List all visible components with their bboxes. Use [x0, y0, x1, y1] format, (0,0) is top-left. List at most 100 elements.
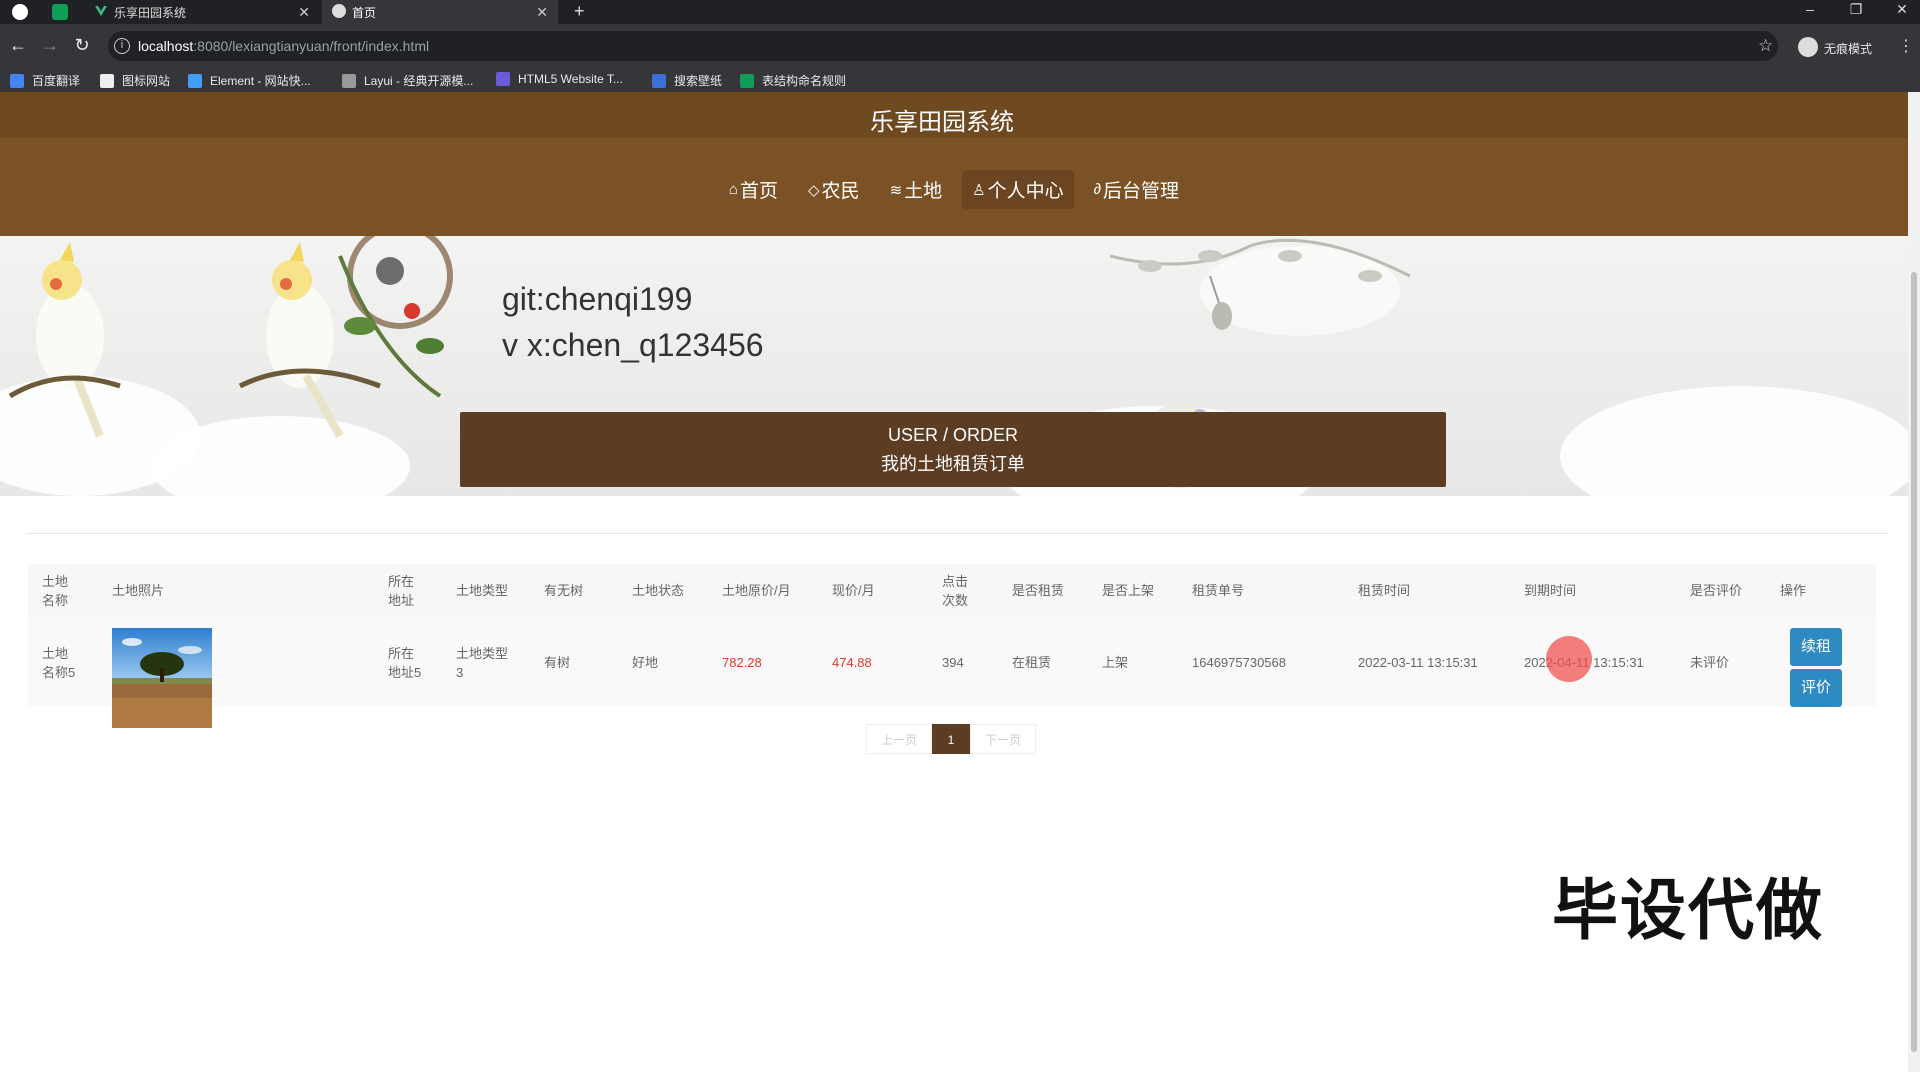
- bookmark-item[interactable]: 表结构命名规则: [740, 72, 846, 89]
- cell-has-tree: 有树: [544, 655, 571, 670]
- browser-tabbar: 乐享田园系统 ✕ 首页 ✕ + – ❐ ✕: [0, 0, 1920, 24]
- table-header: 土地 名称 土地照片 所在 地址 土地类型 有无树 土地状态 土地原价/月 现价/月…: [28, 564, 1876, 618]
- bookmark-item[interactable]: 搜索壁纸: [652, 72, 722, 89]
- tab-system[interactable]: 乐享田园系统 ✕: [84, 0, 320, 24]
- info-icon[interactable]: i: [114, 38, 130, 54]
- cell-reviewed: 未评价: [1690, 655, 1730, 670]
- cell-land-type: 土地类型 3: [456, 646, 509, 680]
- home-icon: ⌂: [728, 181, 738, 198]
- cell-land-status: 好地: [632, 655, 659, 670]
- col-is-rented: 是否租赁: [1012, 583, 1065, 598]
- divider: [26, 533, 1888, 534]
- reload-icon[interactable]: ↻: [70, 35, 94, 56]
- nav-farmers[interactable]: ◇ 农民: [798, 170, 870, 209]
- land-photo[interactable]: [112, 628, 212, 728]
- bookmark-star-icon[interactable]: ☆: [1758, 36, 1773, 56]
- link-icon: ∂: [1093, 181, 1102, 198]
- sheet-icon: [740, 73, 754, 88]
- site-title: 乐享田园系统: [870, 109, 1014, 136]
- window-close-icon[interactable]: ✕: [1892, 1, 1912, 18]
- table-row: 土地 名称5 所在 地址5 土地类型 3 有树 好地 782.28 474.88…: [28, 618, 1876, 728]
- page-scrollbar[interactable]: [1908, 92, 1920, 1072]
- cursor-highlight: [1546, 636, 1592, 682]
- bookmark-item[interactable]: HTML5 Website T...: [496, 72, 623, 86]
- more-menu-icon[interactable]: ⋮: [1898, 36, 1914, 56]
- cockatiel-illustration: [8, 236, 453, 438]
- cell-order-number: 1646975730568: [1192, 655, 1286, 670]
- watermark-text: 毕设代做: [1552, 872, 1824, 949]
- cell-address: 所在 地址5: [388, 646, 422, 680]
- bookmark-item[interactable]: 图标网站: [100, 72, 170, 89]
- cell-land-name: 土地 名称5: [42, 646, 76, 680]
- flag-icon: [100, 73, 114, 88]
- nav-personal-center[interactable]: ♙ 个人中心: [962, 170, 1074, 209]
- app-shortcut-icon[interactable]: [52, 4, 68, 20]
- col-land-type: 土地类型: [456, 583, 509, 598]
- cell-is-listed: 上架: [1102, 655, 1129, 670]
- banner-text: git:chenqi199 v x:chen_q123456: [502, 281, 764, 363]
- incognito-label[interactable]: 无痕模式: [1824, 40, 1872, 57]
- user-icon: ♙: [972, 181, 986, 199]
- col-actions: 操作: [1780, 583, 1807, 598]
- page-number-1[interactable]: 1: [932, 724, 970, 754]
- tab-home[interactable]: 首页 ✕: [322, 0, 558, 24]
- vue-logo-icon: [95, 6, 107, 16]
- page-content: 乐享田园系统 ⌂ 首页 ◇ 农民 ≋ 土地 ♙ 个人中心 ∂ 后台管理 git:…: [0, 92, 1908, 1072]
- bookmark-item[interactable]: Element - 网站快...: [188, 72, 311, 89]
- tag-icon: ◇: [808, 181, 820, 199]
- col-land-name: 土地 名称: [42, 574, 69, 608]
- cell-is-rented: 在租赁: [1012, 655, 1052, 670]
- cell-current-price: 474.88: [832, 655, 872, 670]
- bookmark-item[interactable]: 百度翻译: [10, 72, 80, 89]
- element-icon: [188, 73, 202, 88]
- tab-label: 首页: [352, 5, 377, 20]
- cell-clicks: 394: [942, 655, 964, 670]
- next-page-button[interactable]: 下一页: [970, 724, 1036, 754]
- vine-illustration: [1110, 238, 1411, 330]
- close-tab-icon[interactable]: ✕: [298, 4, 310, 21]
- translate-icon: [10, 73, 24, 88]
- pagination: 上一页 1 下一页: [866, 724, 1036, 754]
- prev-page-button[interactable]: 上一页: [866, 724, 932, 754]
- section-title-cn: 我的土地租赁订单: [881, 454, 1025, 474]
- col-current-price: 现价/月: [832, 583, 875, 598]
- back-icon[interactable]: ←: [6, 35, 30, 56]
- col-address: 所在 地址: [388, 574, 415, 608]
- browser-menu-icon[interactable]: [12, 4, 28, 20]
- col-land-status: 土地状态: [632, 583, 685, 598]
- bookmark-item[interactable]: Layui - 经典开源模...: [342, 72, 473, 89]
- forward-icon[interactable]: →: [38, 35, 62, 56]
- site-header: 乐享田园系统 ⌂ 首页 ◇ 农民 ≋ 土地 ♙ 个人中心 ∂ 后台管理: [0, 92, 1908, 236]
- col-rent-time: 租赁时间: [1358, 583, 1411, 598]
- col-has-tree: 有无树: [544, 583, 584, 598]
- minimize-icon[interactable]: –: [1800, 1, 1820, 17]
- cell-rent-time: 2022-03-11 13:15:31: [1358, 655, 1478, 670]
- scrollbar-thumb[interactable]: [1911, 272, 1917, 1052]
- col-expire-time: 到期时间: [1524, 583, 1577, 598]
- globe-icon: [332, 4, 346, 18]
- restore-icon[interactable]: ❐: [1846, 1, 1866, 18]
- incognito-icon[interactable]: [1798, 37, 1818, 57]
- close-tab-icon[interactable]: ✕: [536, 4, 548, 21]
- tab-label: 乐享田园系统: [114, 5, 187, 20]
- nav-land[interactable]: ≋ 土地: [880, 170, 953, 209]
- col-land-photo: 土地照片: [112, 583, 165, 598]
- nav-home[interactable]: ⌂ 首页: [719, 170, 788, 209]
- layui-icon: [342, 73, 356, 88]
- main-nav: ⌂ 首页 ◇ 农民 ≋ 土地 ♙ 个人中心 ∂ 后台管理: [0, 170, 1908, 209]
- col-clicks: 点击 次数: [942, 574, 969, 608]
- col-reviewed: 是否评价: [1690, 583, 1743, 598]
- section-title-box: USER / ORDER 我的土地租赁订单: [460, 412, 1446, 487]
- html5-icon: [496, 72, 510, 86]
- url-text[interactable]: localhost:8080/lexiangtianyuan/front/ind…: [138, 38, 429, 54]
- wallpaper-icon: [652, 73, 666, 88]
- new-tab-icon[interactable]: +: [574, 1, 585, 22]
- section-title-en: USER / ORDER: [887, 425, 1019, 445]
- col-is-listed: 是否上架: [1102, 583, 1155, 598]
- layers-icon: ≋: [889, 181, 903, 199]
- review-button[interactable]: 评价: [1790, 669, 1842, 707]
- renew-button[interactable]: 续租: [1790, 628, 1842, 666]
- nav-admin[interactable]: ∂ 后台管理: [1084, 170, 1189, 209]
- col-original-price: 土地原价/月: [722, 583, 791, 598]
- cell-original-price: 782.28: [722, 655, 762, 670]
